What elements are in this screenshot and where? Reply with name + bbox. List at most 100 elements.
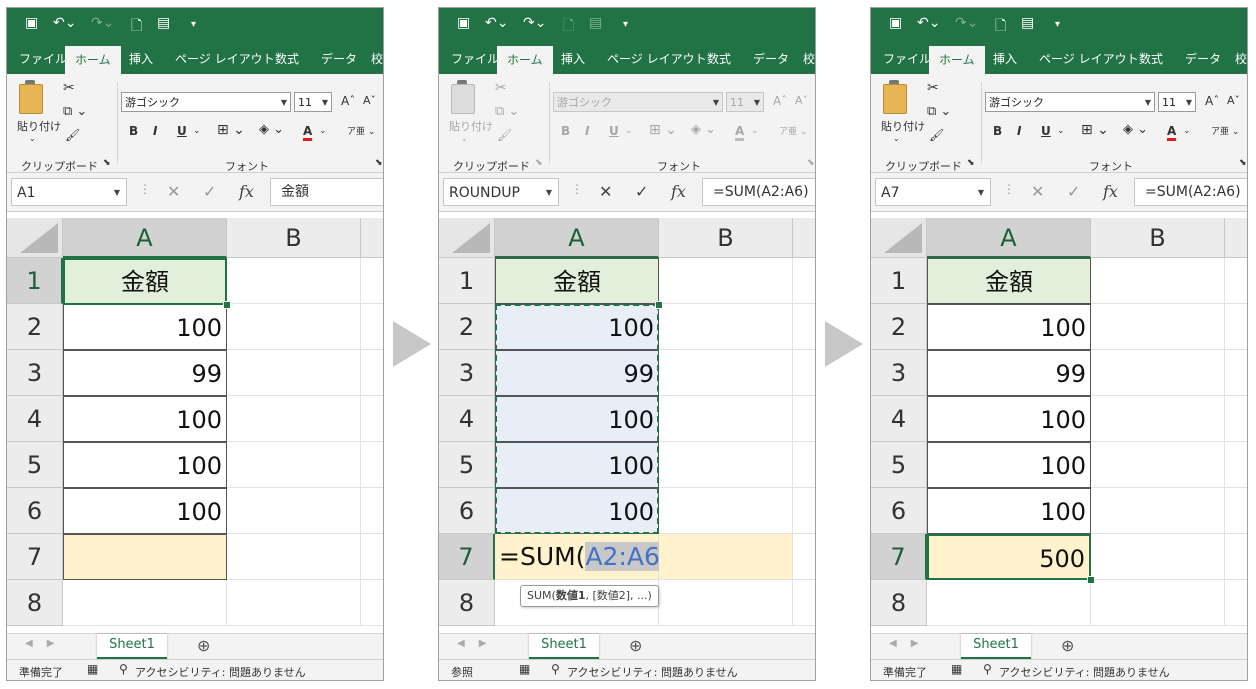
cell-c5[interactable] [361, 442, 383, 488]
new-file-icon[interactable]: 🗋 [995, 15, 1006, 39]
cell-a6[interactable]: 100 [495, 488, 659, 534]
italic-button[interactable]: I [1017, 124, 1021, 138]
cell-a6[interactable]: 100 [927, 488, 1091, 534]
cell-c7[interactable] [793, 534, 815, 580]
cancel-icon[interactable]: ✕ [1031, 182, 1044, 201]
font-launcher-icon[interactable]: ⬊ [375, 158, 383, 168]
fill-color-icon[interactable]: ◈ ⌄ [259, 122, 284, 137]
cell-b1[interactable] [227, 258, 361, 304]
form-icon[interactable]: ▤ [1021, 15, 1034, 31]
font-color-button[interactable]: A [735, 124, 745, 141]
column-header-c[interactable] [361, 218, 383, 258]
cell-c1[interactable] [1225, 258, 1247, 304]
underline-dropdown-icon[interactable]: ⌄ [193, 126, 201, 136]
cell-a2[interactable]: 100 [927, 304, 1091, 350]
cancel-icon[interactable]: ✕ [167, 182, 180, 201]
cancel-icon[interactable]: ✕ [599, 182, 612, 201]
sheet-nav-arrows-icon[interactable]: ◀▶ [457, 638, 500, 649]
paste-label[interactable]: 貼り付け [449, 118, 493, 134]
tab-4[interactable]: 数式 [1139, 50, 1163, 67]
cell-b5[interactable] [659, 442, 793, 488]
format-painter-icon[interactable]: 🖌 [65, 128, 80, 142]
cell-b8[interactable] [1091, 580, 1225, 626]
new-file-icon[interactable]: 🗋 [131, 15, 142, 39]
redo-icon[interactable]: ↷⌄ [523, 15, 546, 31]
cell-a8[interactable] [63, 580, 227, 626]
insert-function-icon[interactable]: fx [1103, 182, 1118, 201]
fill-color-icon[interactable]: ◈ ⌄ [1123, 122, 1148, 137]
bold-button[interactable]: B [129, 124, 138, 138]
accessibility-icon[interactable]: ⚲ [983, 662, 992, 676]
customize-qat-icon[interactable]: ▾ [623, 19, 628, 30]
tab-6[interactable]: 校 [371, 50, 383, 67]
name-box[interactable]: A7 ▼ [875, 178, 991, 206]
cell-c3[interactable] [361, 350, 383, 396]
row-header-8[interactable]: 8 [439, 580, 495, 626]
row-header-6[interactable]: 6 [7, 488, 63, 534]
editing-formula[interactable]: =SUM(A2:A6) [499, 534, 670, 580]
cell-c6[interactable] [1225, 488, 1247, 534]
tab-1[interactable]: ホーム [65, 46, 121, 74]
cut-icon[interactable]: ✂ [495, 80, 507, 96]
tab-1[interactable]: ホーム [497, 46, 553, 74]
grow-font-icon[interactable]: Aˆ [341, 94, 355, 108]
tab-4[interactable]: 数式 [275, 50, 299, 67]
redo-icon[interactable]: ↷⌄ [91, 15, 114, 31]
phonetic-icon[interactable]: ア亜 ⌄ [1211, 124, 1239, 137]
enter-icon[interactable]: ✓ [1067, 182, 1080, 201]
copy-icon[interactable]: ⧉ ⌄ [63, 104, 87, 119]
cell-a1[interactable]: 金額 [495, 258, 659, 304]
sheet-tab-sheet1[interactable]: Sheet1 [961, 634, 1031, 660]
formula-input[interactable]: 金額 [270, 178, 383, 206]
undo-icon[interactable]: ↶⌄ [53, 15, 76, 31]
cell-a2[interactable]: 100 [495, 304, 659, 350]
borders-icon[interactable]: ⊞ ⌄ [649, 122, 677, 138]
column-header-a[interactable]: A [63, 218, 227, 258]
cell-c8[interactable] [1225, 580, 1247, 626]
row-header-1[interactable]: 1 [871, 258, 927, 304]
cell-c5[interactable] [1225, 442, 1247, 488]
cell-b7[interactable] [1091, 534, 1225, 580]
underline-button[interactable]: U [1041, 124, 1051, 138]
clipboard-launcher-icon[interactable]: ⬊ [103, 158, 111, 168]
fill-handle[interactable] [223, 301, 231, 309]
cell-c2[interactable] [1225, 304, 1247, 350]
font-color-button[interactable]: A [303, 124, 313, 141]
cell-a7[interactable] [63, 534, 227, 580]
select-all-button[interactable] [7, 218, 63, 258]
cell-b5[interactable] [1091, 442, 1225, 488]
sheet-tab-sheet1[interactable]: Sheet1 [97, 634, 167, 660]
cell-c7[interactable] [361, 534, 383, 580]
row-header-3[interactable]: 3 [871, 350, 927, 396]
row-header-6[interactable]: 6 [871, 488, 927, 534]
add-sheet-icon[interactable]: ⊕ [197, 636, 210, 655]
save-icon[interactable]: ▣ [457, 15, 470, 31]
column-header-c[interactable] [793, 218, 815, 258]
cell-b7[interactable] [659, 534, 793, 580]
font-launcher-icon[interactable]: ⬊ [807, 158, 815, 168]
more-options-icon[interactable]: ⋮ [1003, 182, 1015, 196]
row-header-1[interactable]: 1 [7, 258, 63, 304]
column-header-b[interactable]: B [227, 218, 361, 258]
undo-icon[interactable]: ↶⌄ [485, 15, 508, 31]
shrink-font-icon[interactable]: Aˇ [795, 94, 808, 107]
tab-0[interactable]: ファイル [19, 50, 67, 67]
cell-a7[interactable]: =SUM(A2:A6) [495, 534, 670, 580]
cell-b5[interactable] [227, 442, 361, 488]
font-size-select[interactable]: 11 ▼ [294, 92, 332, 112]
tab-3[interactable]: ページ レイアウト [175, 50, 275, 67]
row-header-7[interactable]: 7 [7, 534, 63, 580]
column-header-a[interactable]: A [927, 218, 1091, 258]
font-name-select[interactable]: 游ゴシック ▼ [985, 92, 1155, 112]
cell-a4[interactable]: 100 [927, 396, 1091, 442]
cell-b1[interactable] [659, 258, 793, 304]
shrink-font-icon[interactable]: Aˇ [1227, 94, 1240, 107]
cell-b2[interactable] [659, 304, 793, 350]
underline-dropdown-icon[interactable]: ⌄ [625, 126, 633, 136]
column-header-c[interactable] [1225, 218, 1247, 258]
cell-b3[interactable] [659, 350, 793, 396]
cell-a1[interactable]: 金額 [63, 258, 227, 304]
cell-c1[interactable] [793, 258, 815, 304]
cell-c1[interactable] [361, 258, 383, 304]
tab-5[interactable]: データ [753, 50, 789, 67]
